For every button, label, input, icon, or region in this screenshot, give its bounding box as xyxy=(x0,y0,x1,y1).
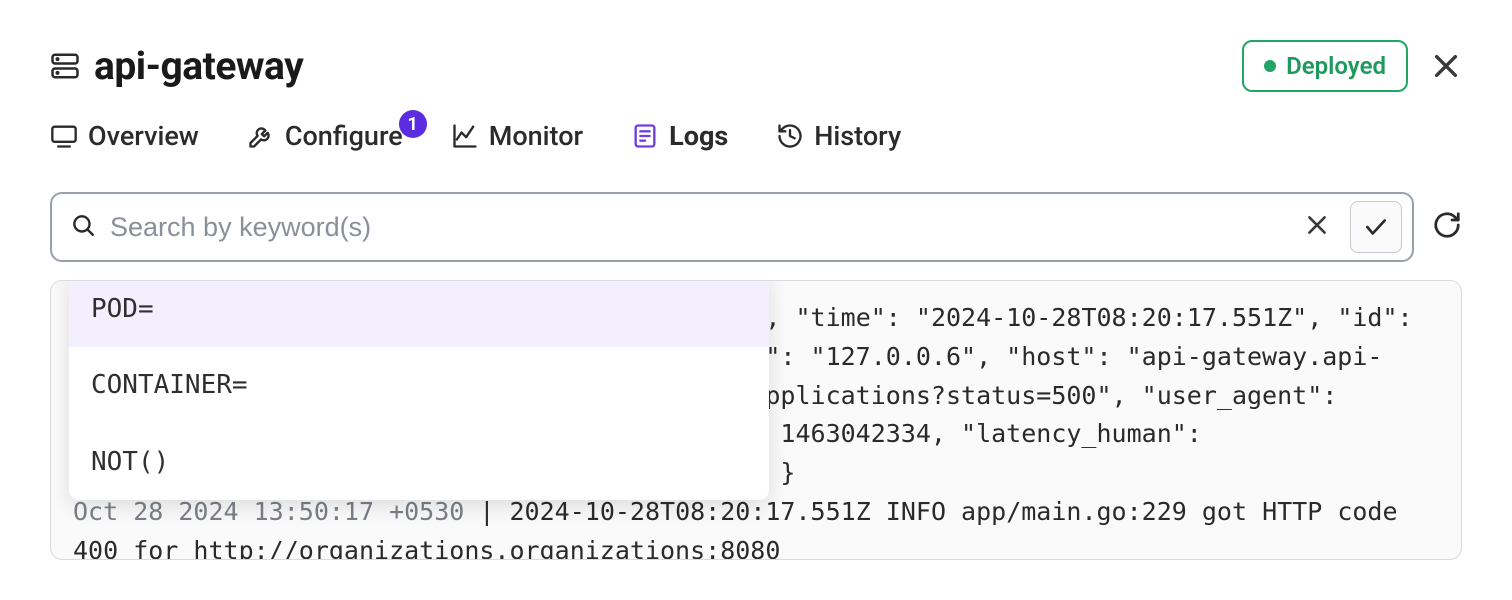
monitor-screen-icon xyxy=(50,122,78,150)
line-chart-icon xyxy=(451,122,479,150)
server-icon xyxy=(50,51,80,81)
suggestion-item[interactable]: POD= xyxy=(69,280,769,347)
wrench-icon xyxy=(247,122,275,150)
tab-label: History xyxy=(814,120,901,152)
status-label: Deployed xyxy=(1286,52,1386,80)
suggestion-item[interactable]: CONTAINER= xyxy=(69,347,769,423)
tab-monitor[interactable]: Monitor xyxy=(451,120,583,152)
tab-logs[interactable]: Logs xyxy=(631,120,728,152)
tab-label: Configure xyxy=(285,120,403,152)
tab-label: Logs xyxy=(669,120,728,152)
history-icon xyxy=(776,122,804,150)
status-dot-icon xyxy=(1264,60,1276,72)
tab-overview[interactable]: Overview xyxy=(50,120,199,152)
submit-search-button[interactable] xyxy=(1350,201,1402,253)
tab-label: Monitor xyxy=(489,120,583,152)
refresh-icon[interactable] xyxy=(1432,210,1462,244)
log-output: POD= CONTAINER= NOT() Oct 28 2024 13:50:… xyxy=(50,280,1462,560)
tab-label: Overview xyxy=(88,120,199,152)
tab-configure[interactable]: Configure 1 xyxy=(247,120,403,152)
file-text-icon xyxy=(631,122,659,150)
close-icon[interactable] xyxy=(1430,50,1462,82)
tab-bar: Overview Configure 1 Monitor Logs Histor… xyxy=(50,120,1462,152)
page-title: api-gateway xyxy=(94,43,303,89)
search-input[interactable] xyxy=(110,212,1284,243)
tab-history[interactable]: History xyxy=(776,120,901,152)
suggestion-item[interactable]: NOT() xyxy=(69,424,769,500)
clear-search-icon[interactable] xyxy=(1298,206,1336,248)
search-suggestions: POD= CONTAINER= NOT() xyxy=(69,280,769,500)
configure-badge: 1 xyxy=(399,110,427,138)
search-icon xyxy=(70,212,96,242)
search-box xyxy=(50,192,1414,262)
log-line: Oct 28 2024 13:50:17 +0530 | 2024-10-28T… xyxy=(73,493,1439,560)
status-badge: Deployed xyxy=(1242,40,1408,92)
log-timestamp: Oct 28 2024 13:50:17 +0530 xyxy=(73,497,464,526)
